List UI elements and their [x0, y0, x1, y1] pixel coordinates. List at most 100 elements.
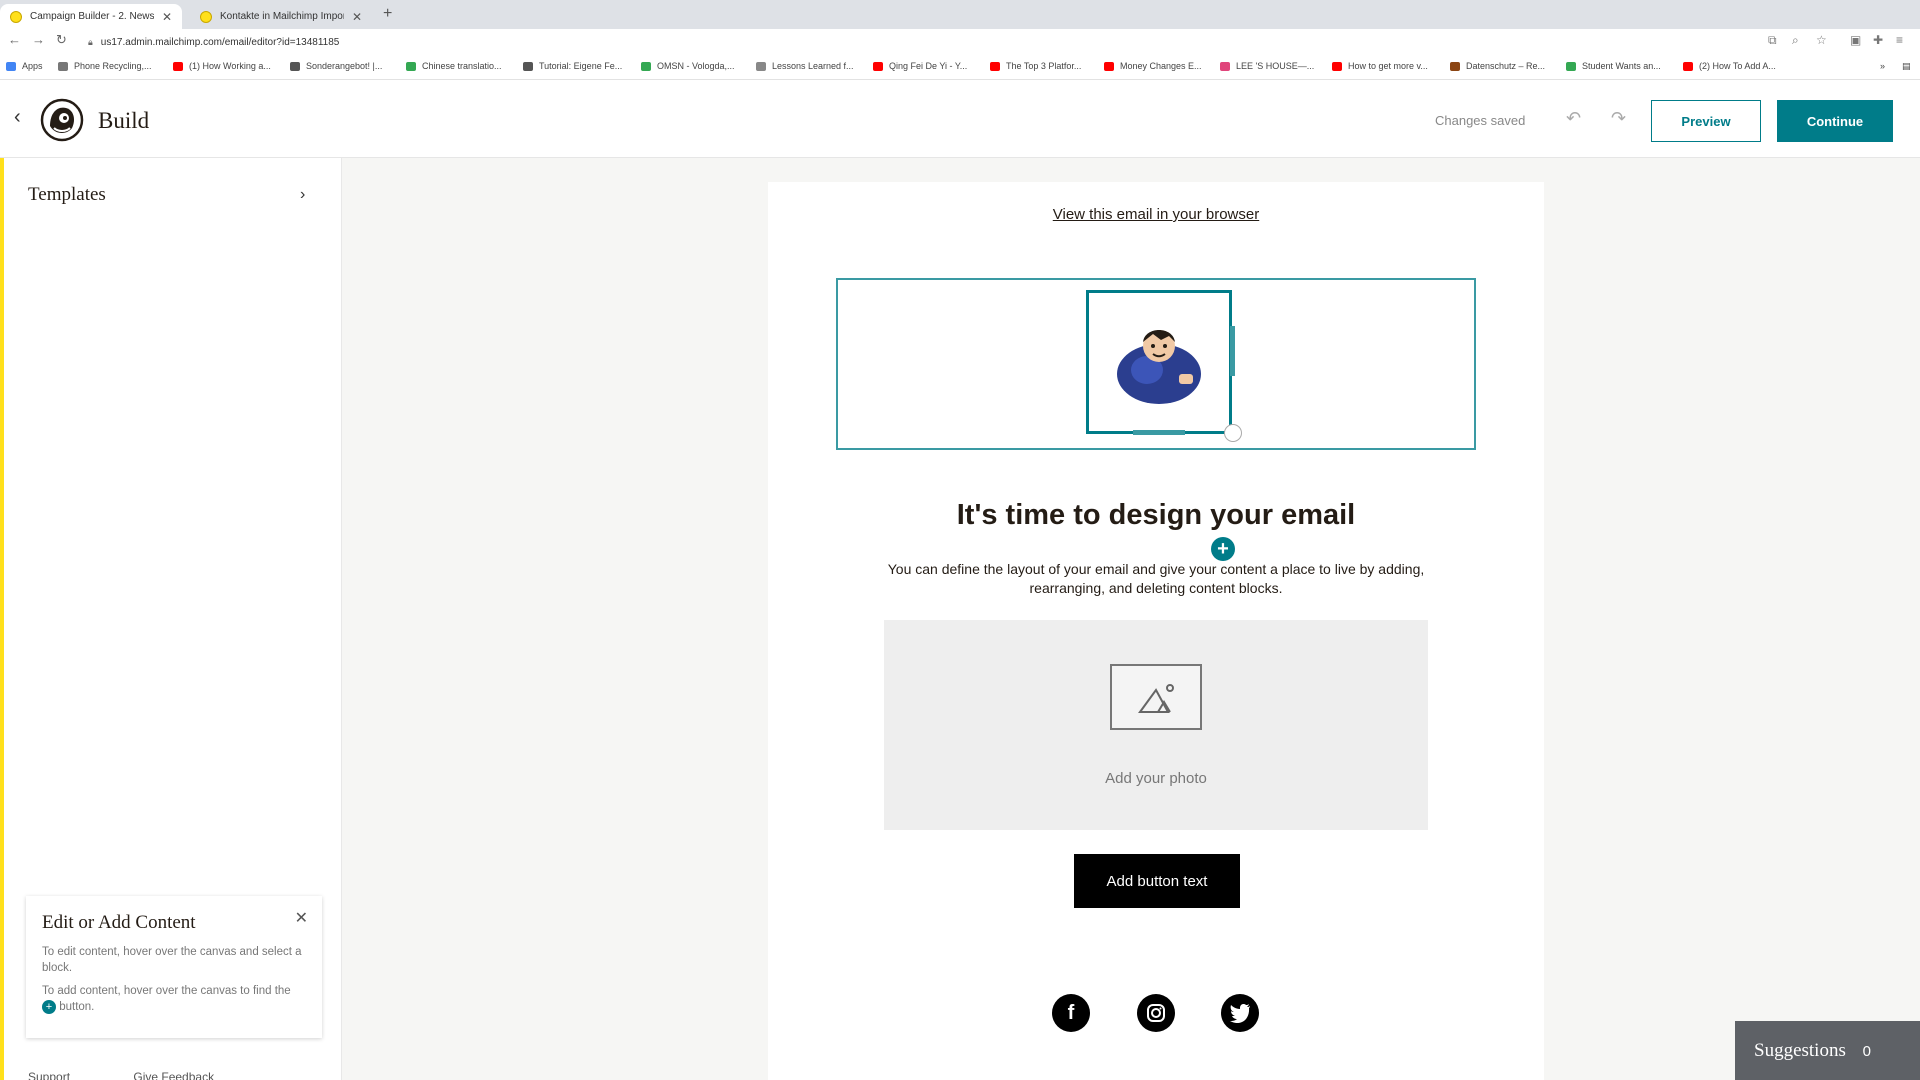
twitter-icon[interactable] — [1221, 994, 1259, 1032]
browser-tab-campaign-builder[interactable]: Campaign Builder - 2. Newsle ✕ — [0, 4, 182, 29]
bookmark-label: The Top 3 Platfor... — [1006, 61, 1082, 71]
address-bar: ← → ↻ 🔒︎ us17.admin.mailchimp.com/email/… — [0, 29, 1920, 55]
bookmark-label: LEE 'S HOUSE—... — [1236, 61, 1315, 71]
bookmark-item[interactable]: Tutorial: Eigene Fe... — [523, 61, 622, 71]
bookmark-label: Student Wants an... — [1582, 61, 1661, 71]
redo-icon[interactable]: ↷ — [1611, 108, 1626, 129]
bookmark-label: Lessons Learned f... — [772, 61, 854, 71]
reload-icon[interactable]: ↻ — [56, 32, 67, 48]
plus-circle-icon: + — [42, 999, 56, 1014]
forward-arrow-icon[interactable]: → — [32, 32, 45, 47]
continue-button[interactable]: Continue — [1777, 100, 1893, 142]
bookmark-label: Tutorial: Eigene Fe... — [539, 61, 623, 71]
bookmark-item[interactable]: (1) How Working a... — [173, 61, 271, 71]
bookmark-item[interactable]: LEE 'S HOUSE—... — [1220, 61, 1314, 71]
preview-button[interactable]: Preview — [1651, 100, 1761, 142]
left-sidebar: Templates › Edit or Add Content ✕ To edi… — [0, 158, 342, 1080]
reading-list-icon[interactable]: ▤ — [1902, 61, 1911, 72]
add-block-plus-icon[interactable]: + — [1211, 537, 1235, 561]
bookmark-icon — [1566, 61, 1576, 71]
email-headline[interactable]: It's time to design your email — [768, 499, 1544, 532]
url-field[interactable]: 🔒︎ us17.admin.mailchimp.com/email/editor… — [88, 34, 339, 50]
photo-block[interactable]: Add your photo — [884, 620, 1428, 830]
resize-handle-right[interactable] — [1230, 326, 1235, 376]
email-body-text[interactable]: You can define the layout of your email … — [868, 560, 1444, 598]
puzzle-icon[interactable]: ✚ — [1873, 33, 1883, 47]
suggestions-panel[interactable]: Suggestions 0 — [1735, 1021, 1920, 1080]
bookmark-icon — [641, 61, 651, 71]
bookmark-item[interactable]: OMSN - Vologda,... — [641, 61, 735, 71]
tip-text-edit: To edit content, hover over the canvas a… — [42, 946, 302, 974]
view-in-browser-link[interactable]: View this email in your browser — [768, 206, 1544, 223]
bookmark-label: Apps — [22, 61, 43, 71]
bookmarks-bar: Apps Phone Recycling,... (1) How Working… — [0, 55, 1920, 80]
bookmark-icon — [406, 61, 416, 71]
templates-link[interactable]: Templates — [28, 184, 106, 206]
youtube-icon — [1683, 61, 1693, 71]
bookmark-item[interactable]: How to get more v... — [1332, 61, 1428, 71]
app-header: ‹ Build Changes saved ↶ ↷ Preview Contin… — [0, 80, 1920, 158]
bookmark-label: (2) How To Add A... — [1699, 61, 1776, 71]
bookmark-label: Sonderangebot! |... — [306, 61, 383, 71]
give-feedback-link[interactable]: Give Feedback — [133, 1070, 214, 1080]
bookmark-item[interactable]: Money Changes E... — [1104, 61, 1202, 71]
bookmark-item[interactable]: Chinese translatio... — [406, 61, 502, 71]
bookmark-label: Money Changes E... — [1120, 61, 1202, 71]
support-link[interactable]: Support — [28, 1070, 70, 1080]
extension-icon[interactable]: ▣ — [1850, 33, 1861, 47]
add-photo-label: Add your photo — [1105, 770, 1207, 787]
bookmark-item[interactable]: Sonderangebot! |... — [290, 61, 382, 71]
suggestions-count: 0 — [1862, 1043, 1871, 1060]
bookmark-label: Qing Fei De Yi - Y... — [889, 61, 968, 71]
close-icon[interactable]: ✕ — [295, 908, 308, 928]
instagram-icon[interactable] — [1137, 994, 1175, 1032]
browser-tab-kontakte[interactable]: Kontakte in Mailchimp Import ✕ — [190, 4, 372, 29]
close-tab-icon[interactable]: ✕ — [352, 10, 362, 24]
reading-list-icon[interactable]: ≡ — [1896, 33, 1903, 47]
bookmark-item[interactable]: Datenschutz – Re... — [1450, 61, 1545, 71]
undo-icon[interactable]: ↶ — [1566, 108, 1581, 129]
close-tab-icon[interactable]: ✕ — [162, 10, 172, 24]
bookmark-icon — [290, 61, 300, 71]
chevron-right-icon[interactable]: › — [300, 186, 305, 204]
bookmark-item[interactable]: Lessons Learned f... — [756, 61, 854, 71]
bookmark-item[interactable]: (2) How To Add A... — [1683, 61, 1776, 71]
image-placeholder-icon — [1110, 664, 1202, 730]
more-bookmarks-icon[interactable]: » — [1880, 61, 1885, 71]
resize-handle-bottom[interactable] — [1133, 430, 1185, 435]
translate-icon[interactable]: ⧉ — [1768, 33, 1777, 48]
mailchimp-logo-icon[interactable] — [40, 98, 84, 142]
lock-icon: 🔒︎ — [88, 36, 93, 47]
star-icon[interactable]: ☆ — [1816, 33, 1827, 47]
bookmark-item[interactable]: The Top 3 Platfor... — [990, 61, 1081, 71]
logo-image[interactable] — [1086, 290, 1232, 434]
apps-icon — [6, 61, 16, 71]
tip-text-add: To add content, hover over the canvas to… — [42, 983, 306, 1015]
bookmark-icon — [1450, 61, 1460, 71]
tab-label: Kontakte in Mailchimp Import — [220, 11, 344, 22]
zoom-icon[interactable]: ⌕ — [1792, 33, 1799, 48]
new-tab-icon[interactable]: + — [383, 5, 392, 23]
mailchimp-favicon-icon — [10, 10, 22, 23]
resize-handle-corner[interactable] — [1224, 424, 1242, 442]
bookmark-item[interactable]: Apps — [6, 61, 43, 71]
mascot-logo-icon — [1117, 330, 1201, 404]
logo-block[interactable]: + — [836, 278, 1476, 561]
bookmark-item[interactable]: Student Wants an... — [1566, 61, 1661, 71]
save-status: Changes saved — [1435, 113, 1526, 128]
back-chevron-icon[interactable]: ‹ — [14, 106, 21, 129]
url-text: us17.admin.mailchimp.com/email/editor?id… — [100, 36, 340, 48]
bookmark-label: How to get more v... — [1348, 61, 1428, 71]
sidebar-footer: Support Give Feedback — [28, 1070, 214, 1080]
tip-text-add-b: button. — [59, 1001, 95, 1013]
back-arrow-icon[interactable]: ← — [8, 32, 21, 47]
bookmark-item[interactable]: Phone Recycling,... — [58, 61, 152, 71]
facebook-icon[interactable]: f — [1052, 994, 1090, 1032]
bookmark-item[interactable]: Qing Fei De Yi - Y... — [873, 61, 967, 71]
youtube-icon — [173, 61, 183, 71]
bookmark-label: Datenschutz – Re... — [1466, 61, 1546, 71]
bookmark-label: (1) How Working a... — [189, 61, 271, 71]
bookmark-label: Chinese translatio... — [422, 61, 502, 71]
add-button-text-button[interactable]: Add button text — [1074, 854, 1240, 908]
bookmark-icon — [756, 61, 766, 71]
